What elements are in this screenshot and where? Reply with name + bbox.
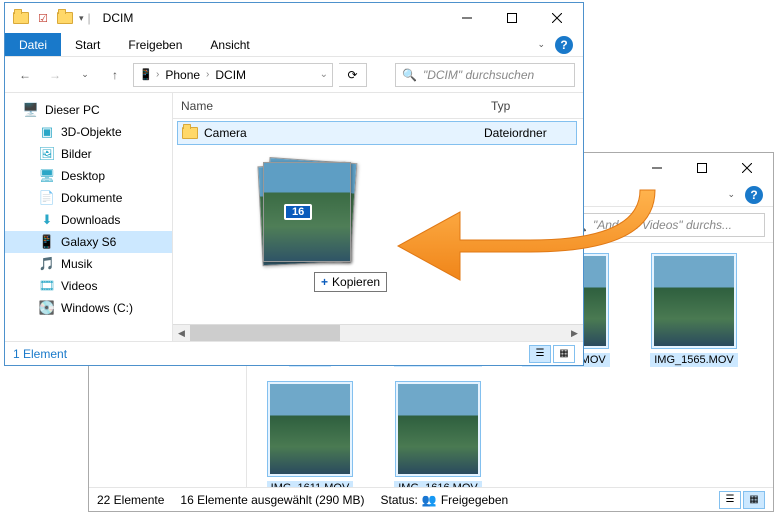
ribbon-expand-icon[interactable]: ⌄ (537, 39, 545, 50)
pictures-icon: 🖼 (39, 146, 55, 162)
breadcrumb[interactable]: 📱 › Phone › DCIM ⌄ (133, 63, 333, 87)
drag-ghost: 16 + Kopieren (256, 160, 356, 270)
close-button[interactable] (724, 154, 769, 183)
search-input[interactable]: 🔍 "Android Videos" durchs... (565, 213, 765, 237)
maximize-button[interactable] (489, 4, 534, 33)
sidebar-item-desktop[interactable]: 🖥Desktop (5, 165, 172, 187)
downloads-icon: ⬇ (39, 212, 55, 228)
status-share: Status: 👥 Freigegeben (381, 493, 509, 507)
minimize-button[interactable] (444, 4, 489, 33)
view-details-button[interactable]: ☰ (719, 491, 741, 509)
column-type[interactable]: Typ (483, 99, 510, 113)
search-placeholder: "DCIM" durchsuchen (423, 68, 534, 82)
drive-icon: 💽 (39, 300, 55, 316)
tab-datei[interactable]: Datei (5, 33, 61, 56)
status-count: 22 Elemente (97, 493, 164, 507)
chevron-down-icon[interactable]: ⌄ (320, 69, 328, 80)
phone-icon: 📱 (39, 234, 55, 250)
chevron-right-icon: › (206, 69, 209, 80)
desktop-icon: 🖥 (39, 168, 55, 184)
sidebar-item-windowsc[interactable]: 💽Windows (C:) (5, 297, 172, 319)
breadcrumb-segment[interactable]: Phone (161, 68, 204, 82)
file-thumb[interactable]: IMG_1616.MOV (383, 381, 493, 487)
help-icon[interactable]: ? (745, 186, 763, 204)
nav-up-button[interactable]: ↑ (103, 63, 127, 87)
videos-icon: 🎞 (39, 278, 55, 294)
drag-count-badge: 16 (284, 204, 312, 220)
ribbon-expand-icon[interactable]: ⌄ (727, 189, 735, 200)
breadcrumb-segment[interactable]: DCIM (211, 68, 250, 82)
window-title: DCIM (103, 11, 134, 25)
view-thumbnails-button[interactable]: ▦ (553, 345, 575, 363)
sidebar-item-3dobjects[interactable]: ▣3D-Objekte (5, 121, 172, 143)
sidebar-item-music[interactable]: 🎵Musik (5, 253, 172, 275)
view-thumbnails-button[interactable]: ▦ (743, 491, 765, 509)
qat-newfolder-icon[interactable] (57, 10, 73, 26)
qat-dropdown-icon[interactable]: ▾ (79, 13, 84, 24)
qat-properties-icon[interactable]: ☑ (35, 10, 51, 26)
copy-tooltip: + Kopieren (314, 272, 387, 292)
maximize-button[interactable] (679, 154, 724, 183)
list-row[interactable]: Camera Dateiordner (177, 121, 577, 145)
search-icon: 🔍 (402, 68, 417, 82)
tab-freigeben[interactable]: Freigeben (114, 33, 196, 56)
app-icon (13, 10, 29, 26)
sidebar-item-pictures[interactable]: 🖼Bilder (5, 143, 172, 165)
sidebar: 🖥️Dieser PC ▣3D-Objekte 🖼Bilder 🖥Desktop… (5, 93, 173, 341)
status-selection: 16 Elemente ausgewählt (290 MB) (180, 493, 364, 507)
tab-ansicht[interactable]: Ansicht (196, 33, 263, 56)
status-bar: 1 Element ☰ ▦ (5, 341, 583, 365)
help-icon[interactable]: ? (555, 36, 573, 54)
file-thumb[interactable]: IMG_1565.MOV (639, 253, 749, 367)
documents-icon: 📄 (39, 190, 55, 206)
nav-history-button[interactable]: ⌄ (73, 63, 97, 87)
nav-forward-button[interactable]: → (43, 63, 67, 87)
sidebar-item-thispc[interactable]: 🖥️Dieser PC (5, 99, 172, 121)
close-button[interactable] (534, 4, 579, 33)
pc-icon: 🖥️ (23, 102, 39, 118)
sidebar-item-galaxys6[interactable]: 📱Galaxy S6 (5, 231, 172, 253)
address-bar: ← → ⌄ ↑ 📱 › Phone › DCIM ⌄ ⟳ 🔍 "DCIM" du… (5, 57, 583, 93)
column-name[interactable]: Name (173, 99, 483, 113)
music-icon: 🎵 (39, 256, 55, 272)
column-header[interactable]: Name Typ (173, 93, 583, 119)
ribbon-tabs: Datei Start Freigeben Ansicht ⌄ ? (5, 33, 583, 57)
file-thumb[interactable]: IMG_1611.MOV (255, 381, 365, 487)
content-area[interactable] (173, 147, 583, 324)
people-icon: 👥 (422, 493, 437, 507)
horizontal-scrollbar[interactable]: ◀ ▶ (173, 324, 583, 341)
sidebar-item-documents[interactable]: 📄Dokumente (5, 187, 172, 209)
sidebar-item-downloads[interactable]: ⬇Downloads (5, 209, 172, 231)
chevron-right-icon: › (156, 69, 159, 80)
refresh-button[interactable]: ⟳ (339, 63, 367, 87)
status-bar: 22 Elemente 16 Elemente ausgewählt (290 … (89, 487, 773, 511)
device-icon: 📱 (138, 67, 154, 83)
search-input[interactable]: 🔍 "DCIM" durchsuchen (395, 63, 575, 87)
view-details-button[interactable]: ☰ (529, 345, 551, 363)
titlebar: ☑ ▾ | DCIM (5, 3, 583, 33)
minimize-button[interactable] (634, 154, 679, 183)
plus-icon: + (321, 275, 328, 289)
sidebar-item-videos[interactable]: 🎞Videos (5, 275, 172, 297)
nav-back-button[interactable]: ← (13, 63, 37, 87)
scroll-thumb[interactable] (190, 325, 340, 341)
tab-start[interactable]: Start (61, 33, 114, 56)
cube-icon: ▣ (39, 124, 55, 140)
status-count: 1 Element (13, 347, 67, 361)
search-placeholder: "Android Videos" durchs... (593, 218, 732, 232)
scroll-right-button[interactable]: ▶ (566, 325, 583, 342)
folder-icon (182, 127, 198, 139)
scroll-left-button[interactable]: ◀ (173, 325, 190, 342)
